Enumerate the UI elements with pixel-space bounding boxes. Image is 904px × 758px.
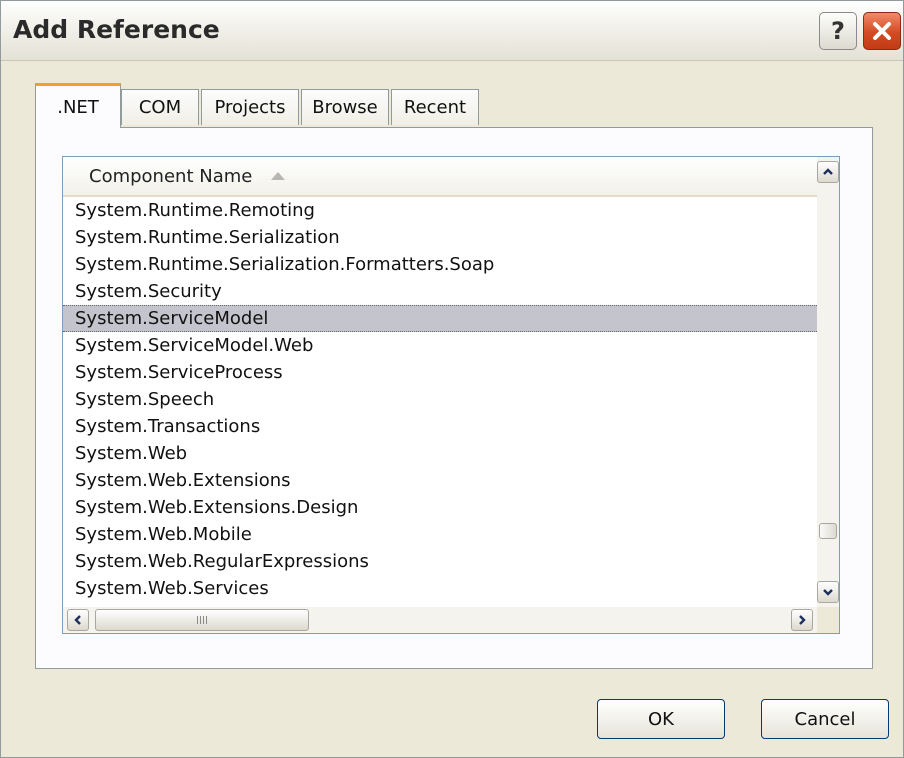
cancel-button[interactable]: Cancel xyxy=(761,699,889,739)
help-button[interactable]: ? xyxy=(819,12,857,50)
tab-net[interactable]: .NET xyxy=(35,83,121,128)
tab-label: Recent xyxy=(403,97,467,118)
list-header: Component Name xyxy=(63,157,817,197)
list-item[interactable]: System.Runtime.Serialization.Formatters.… xyxy=(63,251,817,278)
scroll-down-button[interactable] xyxy=(817,581,839,603)
grip-icon xyxy=(197,616,207,624)
scroll-up-button[interactable] xyxy=(817,161,839,183)
column-header-label: Component Name xyxy=(89,165,253,187)
list-item[interactable]: System.Runtime.Serialization xyxy=(63,224,817,251)
column-header-component-name[interactable]: Component Name xyxy=(63,157,286,195)
list-item[interactable]: System.Runtime.Remoting xyxy=(63,197,817,224)
list-item[interactable]: System.Web.Services xyxy=(63,575,817,602)
chevron-right-icon xyxy=(799,615,806,625)
component-list[interactable]: Component Name System.Runtime.Remoting S… xyxy=(62,156,840,634)
close-button[interactable] xyxy=(863,12,901,50)
chevron-up-icon xyxy=(823,168,833,175)
add-reference-dialog: Add Reference ? .NET COM Projects Browse… xyxy=(0,0,904,758)
chevron-down-icon xyxy=(823,589,833,596)
chevron-left-icon xyxy=(74,615,81,625)
list-item[interactable]: System.Speech xyxy=(63,386,817,413)
tab-projects[interactable]: Projects xyxy=(201,89,299,125)
list-item[interactable]: System.ServiceModel.Web xyxy=(63,332,817,359)
list-item[interactable]: System.Web.Extensions.Design xyxy=(63,494,817,521)
horizontal-scrollbar[interactable] xyxy=(63,607,817,633)
horizontal-scroll-thumb[interactable] xyxy=(95,609,309,631)
list-item[interactable]: System.Security xyxy=(63,278,817,305)
tab-page-net: Component Name System.Runtime.Remoting S… xyxy=(35,127,873,669)
list-item[interactable]: System.Web xyxy=(63,440,817,467)
list-item[interactable]: System.Transactions xyxy=(63,413,817,440)
list-item[interactable]: System.Web.Extensions xyxy=(63,467,817,494)
list-rows: System.Runtime.Remoting System.Runtime.S… xyxy=(63,197,817,607)
list-item-selected[interactable]: System.ServiceModel xyxy=(63,305,817,332)
sort-ascending-icon xyxy=(271,172,286,180)
list-item[interactable]: System.ServiceProcess xyxy=(63,359,817,386)
window-title: Add Reference xyxy=(13,15,220,44)
title-bar[interactable]: Add Reference ? xyxy=(1,1,903,61)
scroll-left-button[interactable] xyxy=(67,609,89,631)
tab-label: .NET xyxy=(57,96,99,118)
scroll-right-button[interactable] xyxy=(791,609,813,631)
tab-label: COM xyxy=(138,97,182,118)
vertical-scrollbar[interactable] xyxy=(817,157,839,607)
close-icon xyxy=(873,22,891,40)
help-icon: ? xyxy=(831,17,845,45)
tab-label: Browse xyxy=(312,97,378,118)
vertical-scroll-thumb[interactable] xyxy=(819,523,837,539)
tab-browse[interactable]: Browse xyxy=(301,89,389,125)
ok-button[interactable]: OK xyxy=(597,699,725,739)
list-item[interactable]: System.Web.Mobile xyxy=(63,521,817,548)
tab-com[interactable]: COM xyxy=(121,89,199,125)
tab-recent[interactable]: Recent xyxy=(391,89,479,125)
scrollbar-corner xyxy=(817,607,839,633)
list-item[interactable]: System.Web.RegularExpressions xyxy=(63,548,817,575)
tab-label: Projects xyxy=(214,97,286,118)
